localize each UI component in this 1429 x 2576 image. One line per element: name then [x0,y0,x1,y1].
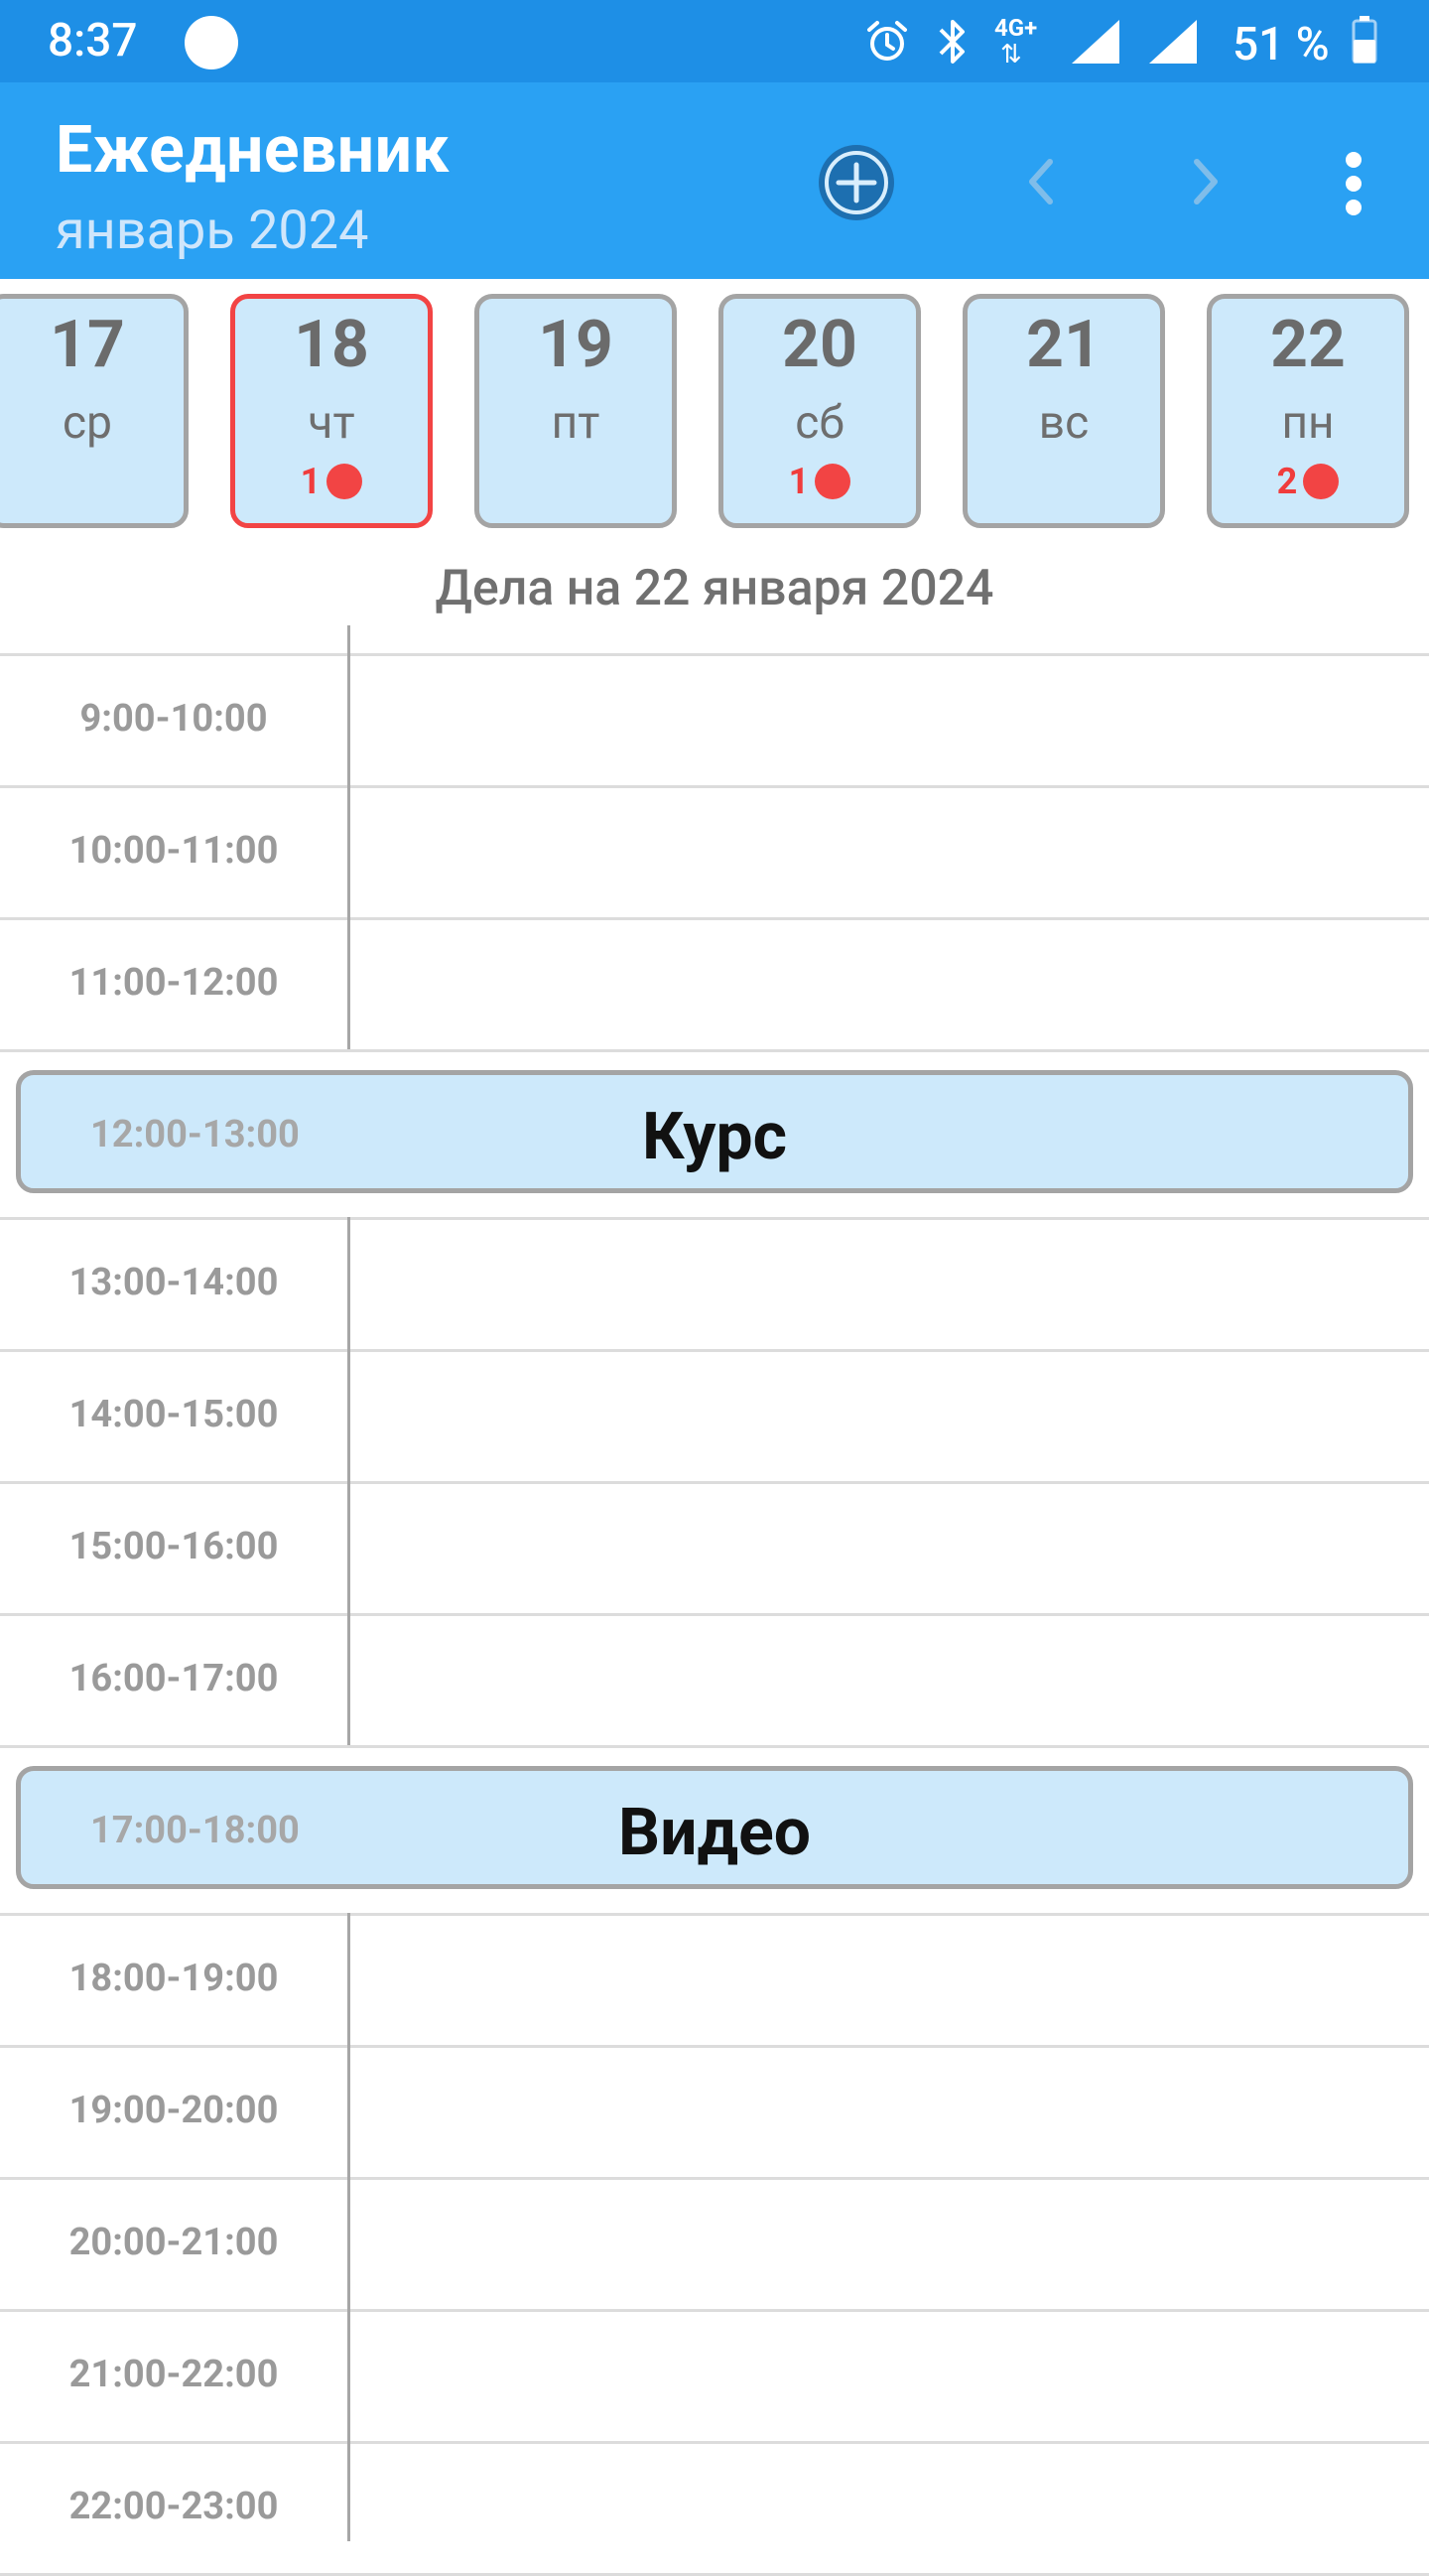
day-weekday: вс [1038,396,1090,450]
row-divider [0,2441,1429,2444]
column-divider [347,1217,350,1745]
day-strip: 17 ср 18 чт 1 19 пт 20 сб 1 21 вс 22 пн 2 [0,294,1429,540]
row-divider [0,1049,1429,1052]
day-number: 21 [1026,307,1102,383]
column-divider [347,625,350,1049]
add-circle-icon[interactable] [816,142,897,223]
day-weekday: чт [308,396,355,450]
time-slot-label: 22:00-23:00 [68,2485,279,2528]
red-dot-icon [326,464,363,499]
day-card-21[interactable]: 21 вс [963,294,1165,528]
event-card[interactable]: 17:00-18:00 Видео [16,1766,1413,1889]
day-card-22[interactable]: 22 пн 2 [1207,294,1409,528]
time-slot-label: 19:00-20:00 [68,2089,279,2132]
notification-dot-icon [185,16,238,69]
schedule-header: Дела на 22 января 2024 [435,560,994,617]
status-bar: 8:37 4G+ ⇅ 51 % [0,0,1429,82]
red-dot-icon [815,464,851,499]
event-title: Курс [641,1099,788,1175]
day-weekday: пн [1281,396,1335,450]
row-divider [0,2309,1429,2312]
task-count: 1 [788,461,810,502]
row-divider [0,1349,1429,1352]
chevron-left-icon[interactable] [1016,152,1066,211]
battery-level: 51 % [1233,18,1330,71]
signal-icon-2 [1149,20,1197,64]
time-slot-label: 20:00-21:00 [68,2221,279,2264]
app-title: Ежедневник [56,112,451,189]
day-number: 17 [50,307,125,383]
time-slot-label: 18:00-19:00 [68,1957,279,2000]
row-divider [0,1481,1429,1484]
row-divider [0,653,1429,656]
bluetooth-icon [939,20,965,64]
red-dot-icon [1303,464,1340,499]
task-count-badge: 2 [1212,461,1404,502]
task-count: 1 [300,461,322,502]
alarm-icon [867,21,907,61]
row-divider [0,1613,1429,1616]
column-divider [347,1913,350,2541]
chevron-right-icon[interactable] [1181,152,1231,211]
time-slot-label: 14:00-15:00 [68,1393,279,1436]
status-time: 8:37 [48,14,138,68]
battery-icon [1352,16,1377,64]
event-title: Видео [617,1795,812,1871]
app-bar: Ежедневник январь 2024 [0,82,1429,279]
task-count-badge: 1 [235,461,428,502]
row-divider [0,2177,1429,2180]
row-divider [0,1913,1429,1916]
signal-icon-1 [1072,20,1119,64]
day-weekday: сб [795,396,844,450]
month-subtitle: январь 2024 [56,200,369,262]
row-divider [0,1745,1429,1748]
time-slot-label: 9:00-10:00 [79,697,268,741]
event-card[interactable]: 12:00-13:00 Курс [16,1070,1413,1193]
time-slot-label: 11:00-12:00 [68,961,279,1005]
time-slot-label: 16:00-17:00 [68,1657,279,1700]
row-divider [0,1217,1429,1220]
status-icons: 4G+ ⇅ [863,10,1201,73]
task-count-badge: 1 [723,461,916,502]
more-vert-icon[interactable] [1326,142,1381,225]
network-type: 4G+ ⇅ [994,14,1038,69]
row-divider [0,2045,1429,2048]
day-number: 20 [782,307,857,383]
day-card-18[interactable]: 18 чт 1 [230,294,433,528]
time-slot-label: 13:00-14:00 [68,1261,279,1304]
time-slot-label: 15:00-16:00 [68,1525,279,1568]
day-card-19[interactable]: 19 пт [474,294,677,528]
task-count: 2 [1276,461,1298,502]
row-divider [0,917,1429,920]
time-slot-label: 21:00-22:00 [68,2353,279,2396]
day-weekday: пт [551,396,600,450]
day-card-20[interactable]: 20 сб 1 [718,294,921,528]
day-number: 22 [1270,307,1346,383]
row-divider [0,785,1429,788]
day-number: 19 [538,307,613,383]
day-number: 18 [294,307,369,383]
time-slot-label: 10:00-11:00 [68,829,279,873]
day-weekday: ср [63,396,112,450]
day-card-17[interactable]: 17 ср [0,294,189,528]
